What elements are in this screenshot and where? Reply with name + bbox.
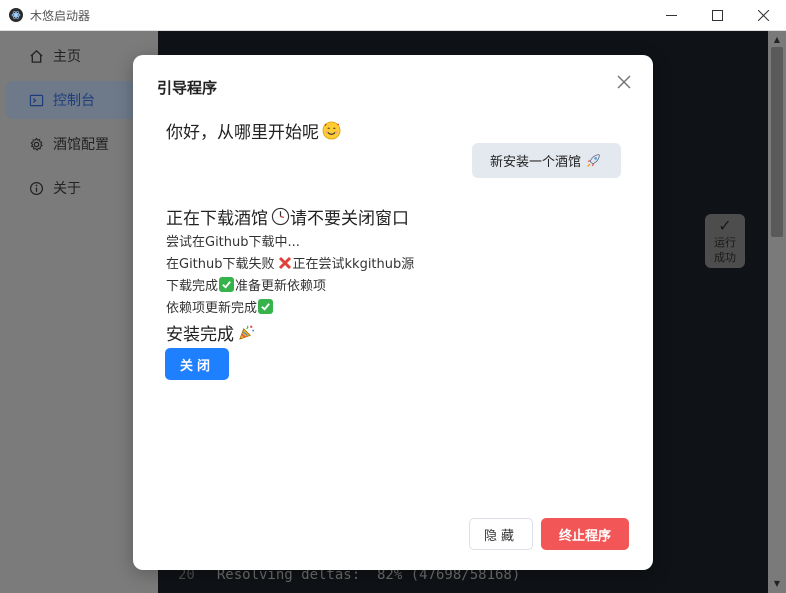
close-button[interactable]: 关闭 xyxy=(165,348,229,380)
log-line-4: 依赖项更新完成 xyxy=(166,301,258,316)
downloading-heading: 正在下载酒馆 请不要关闭窗口 xyxy=(166,204,409,229)
log-line: 下载完成 准备更新依赖项 xyxy=(166,275,326,294)
new-install-button[interactable]: 新安装一个酒馆 xyxy=(472,143,621,178)
title-bar: 木悠启动器 xyxy=(0,0,786,31)
close-icon xyxy=(617,75,631,89)
hide-button[interactable]: 隐藏 xyxy=(469,518,533,550)
scroll-up-icon[interactable]: ▲ xyxy=(772,35,782,45)
sidebar-item-label: 主页 xyxy=(53,49,81,65)
console-scrollbar[interactable]: ▲ ▼ xyxy=(768,31,786,593)
party-popper-icon xyxy=(236,323,256,343)
check-mark-button-icon xyxy=(258,299,274,314)
sidebar-item-tavern-config[interactable]: 酒馆配置 xyxy=(6,125,150,163)
check-mark-button-icon xyxy=(219,277,235,292)
downloading-heading-a: 正在下载酒馆 xyxy=(166,209,268,229)
log-line-3a: 下载完成 xyxy=(166,279,219,294)
log-line: 依赖项更新完成 xyxy=(166,297,274,316)
log-line-2b: 正在尝试kkgithub源 xyxy=(292,257,415,272)
scroll-thumb[interactable] xyxy=(771,47,783,237)
sidebar-item-label: 控制台 xyxy=(53,93,95,109)
check-icon: ✓ xyxy=(718,216,732,235)
greeting-label: 你好，从哪里开始呢 xyxy=(166,123,319,143)
sidebar-item-label: 关于 xyxy=(53,181,81,197)
window-close-button[interactable] xyxy=(740,0,786,31)
run-status-badge: ✓ 运行 成功 xyxy=(705,214,745,268)
bootstrap-dialog: 引导程序 你好，从哪里开始呢 新安装一个酒馆 正在下载酒馆 请不要关闭窗口 尝试… xyxy=(133,55,653,570)
sidebar-item-about[interactable]: 关于 xyxy=(6,169,150,207)
cross-mark-icon xyxy=(277,255,293,271)
console-icon xyxy=(28,92,44,108)
log-line-1: 尝试在Github下载中... xyxy=(166,235,300,250)
app-logo-icon xyxy=(9,8,23,22)
close-icon xyxy=(757,10,769,21)
log-line-3b: 准备更新依赖项 xyxy=(235,279,327,294)
rocket-icon xyxy=(583,151,603,171)
run-status-line2: 成功 xyxy=(714,251,736,264)
smiling-face-with-hearts-icon xyxy=(321,121,341,141)
run-status-line1: 运行 xyxy=(714,236,736,249)
window-title: 木悠启动器 xyxy=(30,8,91,23)
home-icon xyxy=(28,48,44,64)
scroll-down-icon[interactable]: ▼ xyxy=(772,579,782,589)
sidebar-item-home[interactable]: 主页 xyxy=(6,37,150,75)
clock-icon xyxy=(270,207,290,227)
minimize-icon xyxy=(665,15,677,16)
log-line: 尝试在Github下载中... xyxy=(166,231,300,250)
new-install-label: 新安装一个酒馆 xyxy=(489,155,581,170)
downloading-heading-b: 请不要关闭窗口 xyxy=(290,209,409,229)
gear-icon xyxy=(28,136,44,152)
log-line: 在Github下载失败 正在尝试kkgithub源 xyxy=(166,253,414,272)
maximize-icon xyxy=(711,10,723,21)
dialog-close-button[interactable] xyxy=(613,71,635,93)
install-complete-text: 安装完成 xyxy=(166,320,256,345)
dialog-title: 引导程序 xyxy=(157,79,218,97)
log-line-2a: 在Github下载失败 xyxy=(166,257,275,272)
minimize-button[interactable] xyxy=(648,0,694,31)
greeting-text: 你好，从哪里开始呢 xyxy=(166,118,341,143)
maximize-button[interactable] xyxy=(694,0,740,31)
sidebar-item-label: 酒馆配置 xyxy=(53,137,109,153)
sidebar-item-console[interactable]: 控制台 xyxy=(6,81,150,119)
stop-program-button[interactable]: 终止程序 xyxy=(541,518,629,550)
install-complete-label: 安装完成 xyxy=(166,325,234,345)
info-icon xyxy=(28,180,44,196)
